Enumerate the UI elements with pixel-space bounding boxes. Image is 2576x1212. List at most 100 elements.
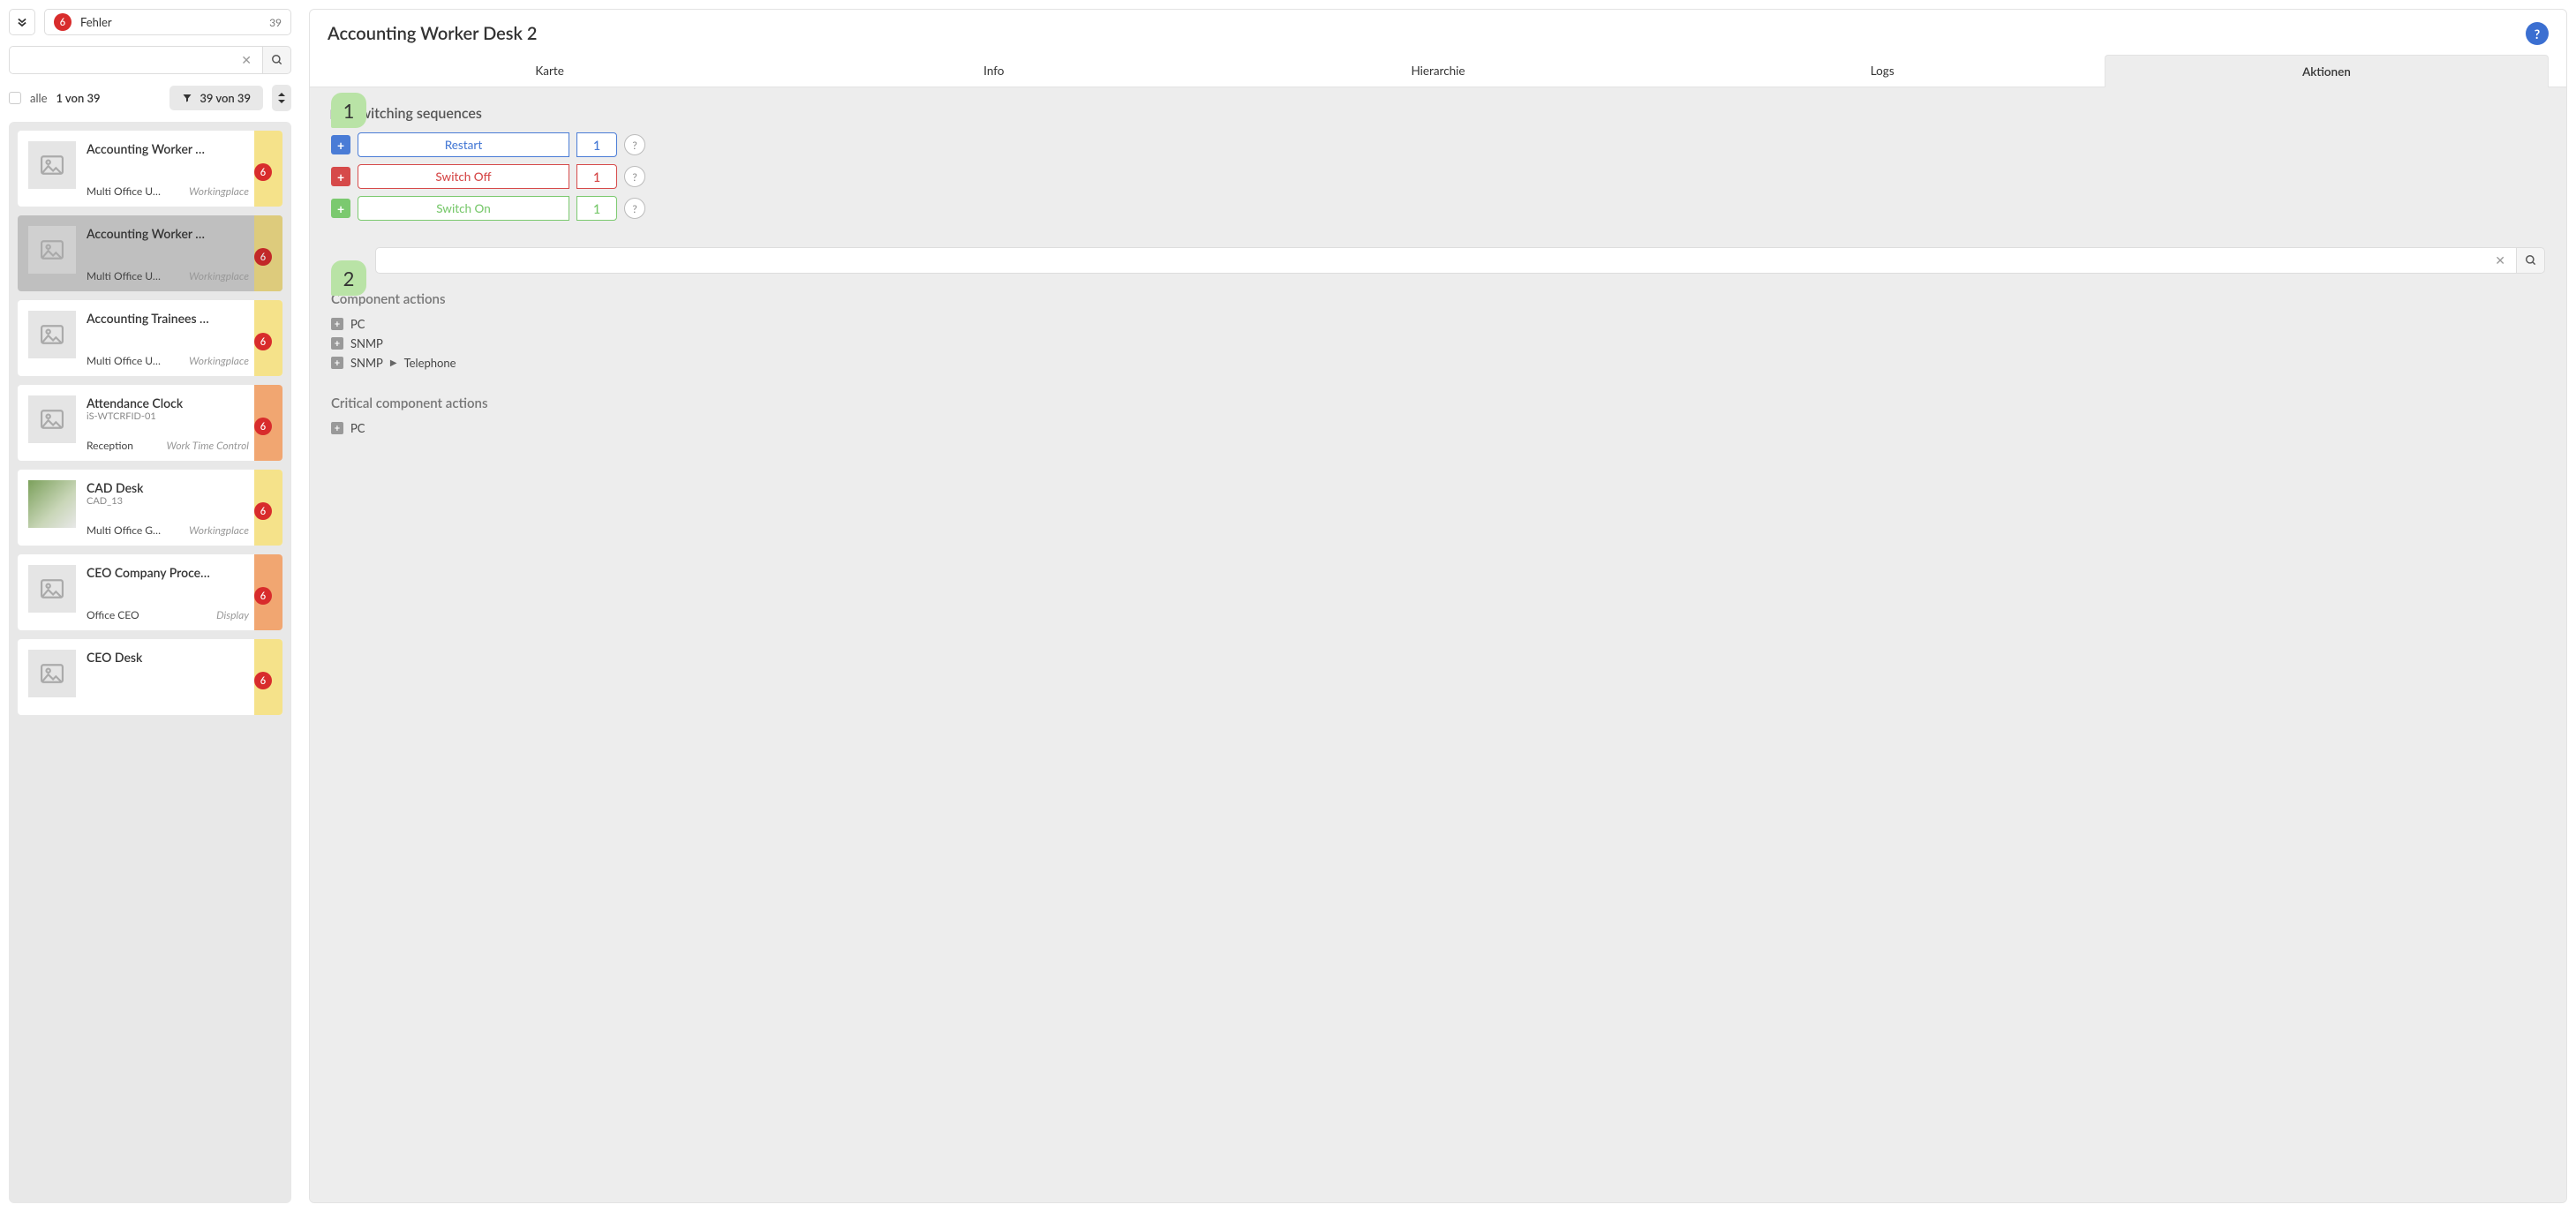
device-location: Multi Office U… bbox=[87, 354, 161, 367]
status-count: 39 bbox=[269, 16, 282, 29]
device-subtitle: iS-WTCRFID-01 bbox=[87, 410, 249, 422]
tab-hierarchie[interactable]: Hierarchie bbox=[1216, 54, 1660, 87]
device-card-body: CEO Desk bbox=[87, 639, 254, 715]
device-list: Accounting Worker … Multi Office U… Workin… bbox=[9, 122, 291, 1203]
sequence-count: 1 bbox=[576, 164, 617, 189]
tab-karte[interactable]: Karte bbox=[328, 54, 772, 87]
device-title: Accounting Trainees … bbox=[87, 311, 249, 326]
component-actions-title: Component actions bbox=[331, 291, 2545, 307]
expand-icon[interactable]: + bbox=[331, 422, 343, 434]
search-input-wrap: ✕ bbox=[9, 46, 263, 74]
sequence-help-button[interactable]: ? bbox=[624, 166, 645, 187]
device-card-body: Accounting Worker …Multi Office U…Workin… bbox=[87, 215, 254, 291]
device-thumb bbox=[28, 141, 76, 189]
device-status-badge: 6 bbox=[254, 163, 272, 181]
device-title: Accounting Worker … bbox=[87, 226, 249, 241]
component-label: PC bbox=[350, 421, 365, 435]
device-type: Workingplace bbox=[189, 354, 249, 367]
status-filter-chip[interactable]: 6 Fehler 39 bbox=[44, 9, 291, 35]
device-thumb bbox=[28, 395, 76, 443]
device-location: Multi Office G… bbox=[87, 523, 161, 537]
search-icon bbox=[271, 54, 283, 66]
device-type: Display bbox=[216, 608, 249, 621]
device-type: Workingplace bbox=[189, 184, 249, 198]
device-card[interactable]: Accounting Worker …Multi Office U…Workin… bbox=[18, 215, 282, 291]
expand-icon[interactable]: + bbox=[331, 357, 343, 369]
tab-info[interactable]: Info bbox=[772, 54, 1216, 87]
collapse-button[interactable] bbox=[9, 9, 35, 35]
device-title: CEO Company Proce… bbox=[87, 565, 249, 580]
component-label: SNMP bbox=[350, 356, 383, 370]
device-card[interactable]: Accounting Worker … Multi Office U… Workin… bbox=[18, 131, 282, 207]
device-status-badge: 6 bbox=[254, 248, 272, 266]
expand-icon[interactable]: + bbox=[331, 337, 343, 350]
device-card[interactable]: CEO Desk6 bbox=[18, 639, 282, 715]
search-input[interactable] bbox=[17, 54, 237, 67]
component-item[interactable]: + SNMP bbox=[331, 334, 2545, 353]
switching-section-title: Switching sequences bbox=[352, 105, 482, 122]
device-thumb bbox=[28, 650, 76, 697]
select-all-checkbox[interactable] bbox=[9, 92, 21, 104]
device-type: Work Time Control bbox=[166, 439, 249, 452]
device-status-stripe: 6 bbox=[254, 131, 282, 207]
sequence-count: 1 bbox=[576, 132, 617, 157]
search-button[interactable] bbox=[263, 46, 291, 74]
device-status-stripe: 6 bbox=[254, 470, 282, 546]
component-search-clear-icon[interactable]: ✕ bbox=[2491, 252, 2509, 268]
status-label: Fehler bbox=[80, 15, 260, 29]
callout-2: 2 bbox=[331, 260, 366, 296]
component-search-input[interactable] bbox=[383, 254, 2491, 267]
sequence-help-button[interactable]: ? bbox=[624, 198, 645, 219]
component-item[interactable]: +SNMP▶Telephone bbox=[331, 353, 2545, 373]
double-chevron-down-icon bbox=[16, 16, 28, 28]
device-status-badge: 6 bbox=[254, 587, 272, 605]
tab-aktionen[interactable]: Aktionen bbox=[2105, 55, 2549, 87]
device-type: Workingplace bbox=[189, 523, 249, 537]
sidebar: 6 Fehler 39 ✕ alle 1 von 39 39 von 39 bbox=[9, 9, 291, 1203]
component-search-button[interactable] bbox=[2517, 247, 2545, 274]
funnel-icon bbox=[182, 93, 192, 103]
expand-icon[interactable]: + bbox=[331, 318, 343, 330]
component-item[interactable]: + PC bbox=[331, 418, 2545, 438]
sequence-add-button[interactable]: + bbox=[331, 199, 350, 218]
help-button[interactable]: ? bbox=[2526, 22, 2549, 45]
device-status-stripe: 6 bbox=[254, 639, 282, 715]
component-label: PC bbox=[350, 317, 365, 331]
device-thumb bbox=[28, 480, 76, 528]
sequence-add-button[interactable]: + bbox=[331, 135, 350, 154]
filter-count-label: 39 von 39 bbox=[200, 91, 251, 105]
device-card[interactable]: Attendance ClockiS-WTCRFID-01ReceptionWo… bbox=[18, 385, 282, 461]
device-location: Office CEO bbox=[87, 608, 139, 621]
device-status-stripe: 6 bbox=[254, 554, 282, 630]
component-search-wrap: ✕ bbox=[375, 247, 2517, 274]
clear-search-icon[interactable]: ✕ bbox=[237, 52, 255, 68]
sort-button[interactable] bbox=[272, 85, 291, 111]
device-status-stripe: 6 bbox=[254, 385, 282, 461]
sequence-help-button[interactable]: ? bbox=[624, 134, 645, 155]
help-icon: ? bbox=[2535, 26, 2540, 41]
device-status-badge: 6 bbox=[254, 333, 272, 350]
device-card[interactable]: CAD DeskCAD_13Multi Office G…Workingplac… bbox=[18, 470, 282, 546]
main-panel: Accounting Worker Desk 2 ? KarteInfoHier… bbox=[309, 9, 2567, 1203]
sequence-add-button[interactable]: + bbox=[331, 167, 350, 186]
tabs: KarteInfoHierarchieLogsAktionen bbox=[310, 54, 2566, 87]
device-status-stripe: 6 bbox=[254, 215, 282, 291]
device-title: Accounting Worker … bbox=[87, 141, 249, 156]
device-location: Multi Office U… bbox=[87, 269, 161, 282]
pager-label: 1 von 39 bbox=[56, 91, 100, 105]
sequence-action-button[interactable]: Restart bbox=[358, 132, 569, 157]
sequence-action-button[interactable]: Switch On bbox=[358, 196, 569, 221]
device-status-badge: 6 bbox=[254, 672, 272, 689]
device-card[interactable]: CEO Company Proce… Office CEO Display 6 bbox=[18, 554, 282, 630]
device-location: Multi Office U… bbox=[87, 184, 161, 198]
filter-pill[interactable]: 39 von 39 bbox=[169, 86, 263, 110]
device-title: CAD Desk bbox=[87, 480, 249, 495]
device-card-body: Accounting Trainees … Multi Office U… Work… bbox=[87, 300, 254, 376]
tab-logs[interactable]: Logs bbox=[1661, 54, 2105, 87]
component-label: SNMP bbox=[350, 336, 383, 350]
device-card[interactable]: Accounting Trainees … Multi Office U… Work… bbox=[18, 300, 282, 376]
callout-1: 1 bbox=[331, 93, 366, 128]
sequence-action-button[interactable]: Switch Off bbox=[358, 164, 569, 189]
component-item[interactable]: + PC bbox=[331, 314, 2545, 334]
main-body: 1 ▶ Switching sequences +Restart1?+Switc… bbox=[310, 87, 2566, 1202]
